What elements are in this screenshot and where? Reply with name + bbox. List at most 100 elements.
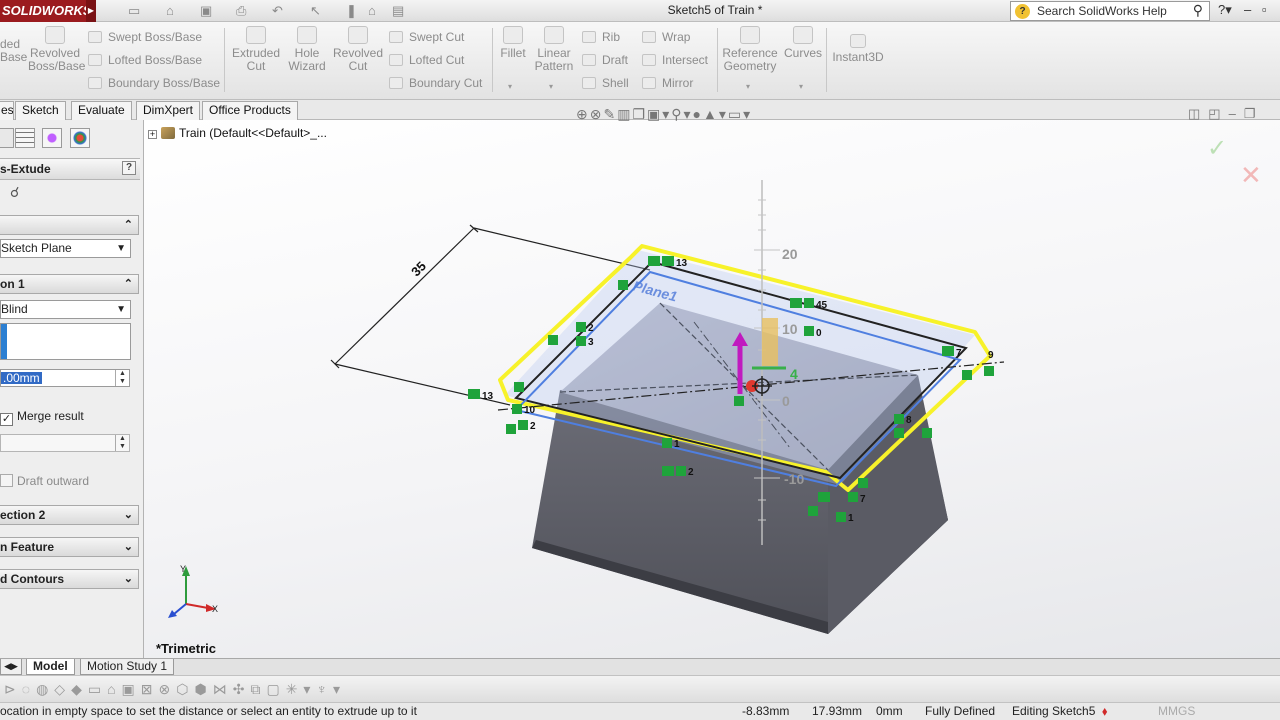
rectangle-tool-icon[interactable]: ◇ bbox=[54, 681, 71, 697]
restore-doc-icon[interactable]: ❐ bbox=[1244, 106, 1264, 121]
direction-selection-box[interactable] bbox=[0, 323, 131, 360]
mirror-button[interactable]: Mirror bbox=[642, 76, 693, 90]
tab-evaluate[interactable]: Evaluate bbox=[71, 101, 132, 120]
hole-wizard-button[interactable]: Hole Wizard bbox=[284, 26, 330, 73]
tab-office-products[interactable]: Office Products bbox=[202, 101, 298, 120]
restore-icon[interactable]: ▫ bbox=[1262, 2, 1267, 17]
thin-feature-section-header[interactable]: n Feature ⌄ bbox=[0, 537, 139, 557]
solidworks-logo[interactable]: SOLIDWORKS bbox=[0, 0, 96, 22]
start-condition-select[interactable]: Sketch Plane ▼ bbox=[0, 239, 131, 258]
draft-button[interactable]: Draft bbox=[582, 53, 628, 67]
direction2-section-header[interactable]: ection 2 ⌄ bbox=[0, 505, 139, 525]
tab-model[interactable]: Model bbox=[26, 659, 75, 675]
new-document-icon[interactable]: ▭ bbox=[128, 3, 140, 19]
lofted-cut-button[interactable]: Lofted Cut bbox=[389, 53, 464, 67]
merge-result-checkbox[interactable]: ✓ Merge result bbox=[0, 409, 84, 426]
rebuild-icon[interactable]: ❚ bbox=[346, 3, 357, 19]
from-section-header[interactable]: ⌃ bbox=[0, 215, 139, 235]
tab-motion-study[interactable]: Motion Study 1 bbox=[80, 659, 175, 675]
reference-geometry-button[interactable]: Reference Geometry bbox=[722, 26, 778, 73]
search-help-input[interactable]: ? Search SolidWorks Help ⚲ bbox=[1010, 1, 1210, 21]
chamfer-tool-icon[interactable]: ⬢ bbox=[194, 681, 212, 697]
fillet-button[interactable]: Fillet bbox=[496, 26, 530, 60]
help-menu-icon[interactable]: ?▾ bbox=[1218, 2, 1232, 18]
extruded-boss-button[interactable]: ded Base bbox=[0, 38, 27, 64]
reference-geometry-dropdown-icon[interactable]: ▾ bbox=[746, 82, 750, 91]
print-icon[interactable]: ⎙ bbox=[236, 3, 246, 19]
select-icon[interactable]: ↖ bbox=[310, 3, 321, 19]
arc-tool-icon[interactable]: ◍ bbox=[36, 681, 54, 697]
feature-manager-tab[interactable] bbox=[0, 128, 14, 148]
selected-contours-section-header[interactable]: d Contours ⌄ bbox=[0, 569, 139, 589]
draft-angle-input[interactable]: ▲ ▼ bbox=[0, 434, 130, 452]
depth-input[interactable]: .00mm ▲ ▼ bbox=[0, 369, 130, 387]
dimension-label[interactable]: 35 bbox=[408, 258, 429, 279]
circle-tool-icon[interactable]: ◌ bbox=[22, 681, 36, 697]
pattern-tool-icon[interactable]: ⧉ bbox=[250, 681, 266, 697]
offset-tool-icon[interactable]: ⊠ bbox=[141, 681, 159, 697]
revolved-cut-button[interactable]: Revolved Cut bbox=[332, 26, 384, 73]
depth-spinner[interactable]: ▲ ▼ bbox=[115, 370, 129, 386]
boundary-boss-button[interactable]: Boundary Boss/Base bbox=[88, 76, 220, 90]
smart-dimension-icon[interactable]: ♆▾ bbox=[316, 681, 346, 697]
spline-tool-icon[interactable]: ⌂ bbox=[107, 681, 121, 697]
minimize-icon[interactable]: – bbox=[1244, 2, 1251, 17]
detailed-preview-icon[interactable]: ☌ bbox=[10, 184, 19, 201]
line-tool-icon[interactable]: ⊳ bbox=[4, 681, 22, 697]
boundary-cut-button[interactable]: Boundary Cut bbox=[389, 76, 482, 90]
shell-button[interactable]: Shell bbox=[582, 76, 629, 90]
relation-label: 13 bbox=[676, 258, 688, 269]
tab-features[interactable]: es bbox=[0, 101, 14, 120]
cascade-icon[interactable]: ◰ bbox=[1208, 106, 1228, 121]
intersect-button[interactable]: Intersect bbox=[642, 53, 708, 67]
fillet-dropdown-icon[interactable]: ▾ bbox=[508, 82, 512, 91]
property-manager-tab[interactable] bbox=[15, 128, 35, 148]
tab-model-label: Model bbox=[33, 659, 68, 673]
tile-icon[interactable]: ◫ bbox=[1188, 106, 1208, 121]
swept-boss-button[interactable]: Swept Boss/Base bbox=[88, 30, 202, 44]
ribbon-divider bbox=[717, 28, 718, 92]
draft-spinner[interactable]: ▲ ▼ bbox=[115, 435, 129, 451]
slot-tool-icon[interactable]: ▭ bbox=[88, 681, 107, 697]
expand-icon: ⌄ bbox=[123, 509, 133, 521]
end-condition-select[interactable]: Blind ▼ bbox=[0, 300, 131, 319]
search-icon[interactable]: ⚲ bbox=[1193, 1, 1203, 19]
lofted-boss-button[interactable]: Lofted Boss/Base bbox=[88, 53, 202, 67]
options-icon[interactable]: ▤ bbox=[392, 3, 404, 19]
revolved-boss-button[interactable]: Revolved Boss/Base bbox=[28, 26, 85, 73]
fillet-tool-icon[interactable]: ⬡ bbox=[176, 681, 194, 697]
appearance-manager-tab[interactable] bbox=[70, 128, 90, 148]
extruded-cut-button[interactable]: Extruded Cut bbox=[228, 26, 284, 73]
direction1-section-header[interactable]: on 1 ⌃ bbox=[0, 274, 139, 294]
save-icon[interactable]: ▣ bbox=[200, 3, 212, 19]
polygon-tool-icon[interactable]: ◆ bbox=[71, 681, 88, 697]
minimize-doc-icon[interactable]: – bbox=[1229, 106, 1244, 121]
text-tool-icon[interactable]: ⋈ bbox=[213, 681, 233, 697]
help-icon[interactable]: ? bbox=[122, 161, 136, 175]
swept-cut-button[interactable]: Swept Cut bbox=[389, 30, 464, 44]
curves-button[interactable]: Curves bbox=[784, 26, 822, 60]
menu-arrow-icon[interactable]: ▶ bbox=[86, 0, 96, 22]
tab-dimxpert[interactable]: DimXpert bbox=[136, 101, 201, 120]
mirror-tool-icon[interactable]: ⊗ bbox=[159, 681, 177, 697]
instant3d-button[interactable]: Instant3D bbox=[832, 34, 884, 64]
undo-icon[interactable]: ↶ bbox=[272, 3, 283, 19]
tab-sketch[interactable]: Sketch bbox=[15, 101, 66, 120]
trim-tool-icon[interactable]: ▣ bbox=[122, 681, 141, 697]
reference-triad[interactable]: Y X bbox=[160, 562, 230, 622]
draft-outward-checkbox[interactable]: Draft outward bbox=[0, 474, 89, 488]
rebuild-indicator-icon[interactable]: ⬧ bbox=[1102, 703, 1107, 720]
convert-tool-icon[interactable]: ▢ bbox=[266, 681, 285, 697]
open-icon[interactable]: ⌂ bbox=[166, 3, 174, 18]
point-tool-icon[interactable]: ✣ bbox=[233, 681, 251, 697]
wrap-button[interactable]: Wrap bbox=[642, 30, 690, 44]
status-units[interactable]: MMGS bbox=[1158, 703, 1195, 720]
configuration-manager-tab[interactable] bbox=[42, 128, 62, 148]
rib-button[interactable]: Rib bbox=[582, 30, 620, 44]
tab-scroll-icon[interactable]: ◀▶ bbox=[0, 659, 22, 675]
pattern-dropdown-icon[interactable]: ▾ bbox=[549, 82, 553, 91]
file-properties-icon[interactable]: ⌂ bbox=[368, 3, 376, 18]
linear-pattern-button[interactable]: Linear Pattern bbox=[532, 26, 576, 73]
curves-dropdown-icon[interactable]: ▾ bbox=[799, 82, 803, 91]
relations-tool-icon[interactable]: ✳▾ bbox=[286, 681, 317, 697]
